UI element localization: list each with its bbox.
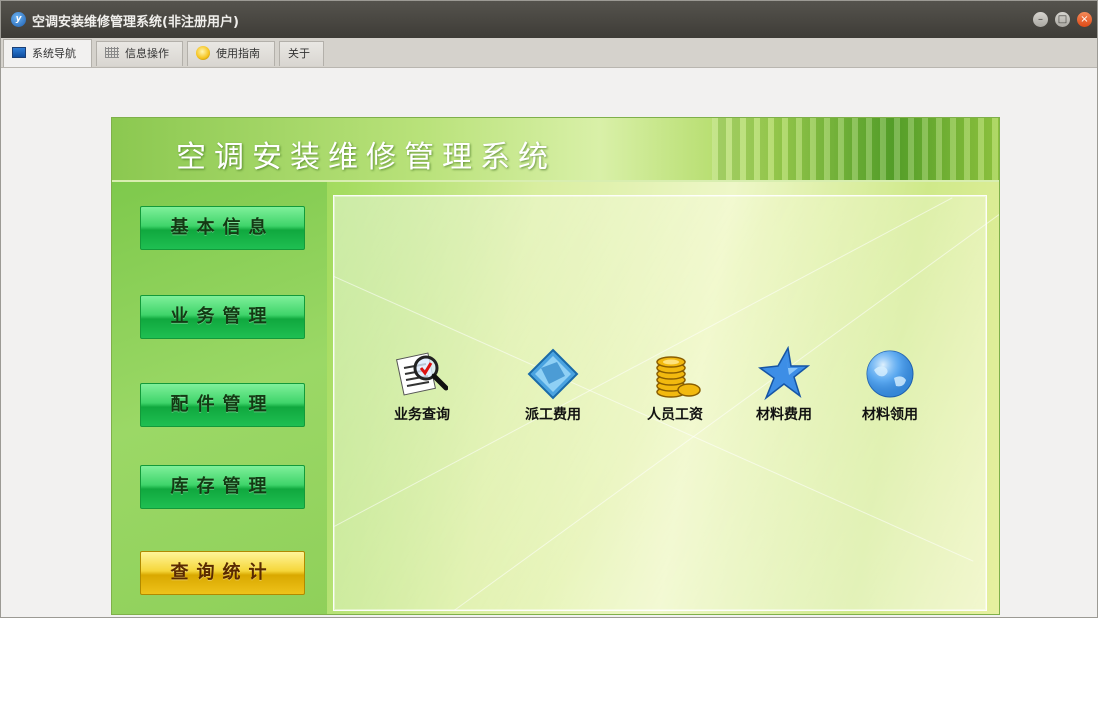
tab-label: 系统导航 [32, 47, 76, 60]
function-dispatch-fee[interactable]: 派工费用 [508, 346, 598, 424]
function-label: 人员工资 [647, 407, 703, 423]
header-decoration [712, 118, 999, 180]
magnifier-document-icon [396, 346, 449, 402]
tab-user-guide[interactable]: 使用指南 [187, 41, 275, 66]
grid-icon [105, 47, 119, 58]
function-staff-salary[interactable]: 人员工资 [630, 346, 720, 424]
tab-info-operation[interactable]: 信息操作 [96, 41, 183, 66]
gold-coins-icon [649, 346, 701, 402]
system-title: 空调安装维修管理系统 [176, 140, 556, 175]
tab-system-navigation[interactable]: 系统导航 [3, 39, 92, 67]
tab-bar: 系统导航 信息操作 使用指南 关于 [1, 38, 1097, 68]
monitor-icon [12, 47, 26, 58]
blue-star-icon [757, 345, 811, 402]
business-management-button[interactable]: 业务管理 [140, 295, 305, 339]
window-title: 空调安装维修管理系统(非注册用户) [32, 15, 239, 30]
function-area: 业务查询 派工费用 人员工资 材料费用 材料领用 [333, 195, 999, 611]
function-material-requisition[interactable]: 材料领用 [845, 346, 935, 424]
function-label: 业务查询 [394, 407, 450, 423]
navigation-panel: 空调安装维修管理系统 基本信息 业务管理 配件管理 库存管理 查询统计 业务查询… [111, 117, 1000, 615]
tab-label: 关于 [288, 47, 310, 60]
panel-header: 空调安装维修管理系统 [112, 118, 999, 182]
tab-label: 使用指南 [216, 47, 260, 60]
bulb-icon [196, 46, 210, 60]
sidebar: 基本信息 业务管理 配件管理 库存管理 查询统计 [112, 182, 327, 614]
function-business-query[interactable]: 业务查询 [377, 346, 467, 424]
tab-label: 信息操作 [125, 47, 169, 60]
function-label: 派工费用 [525, 407, 581, 423]
parts-management-button[interactable]: 配件管理 [140, 383, 305, 427]
minimize-button[interactable]: – [1033, 12, 1048, 27]
function-material-fee[interactable]: 材料费用 [739, 345, 829, 424]
main-window: y 空调安装维修管理系统(非注册用户) – □ × 系统导航 信息操作 使用指南… [0, 0, 1098, 618]
app-icon: y [11, 12, 26, 27]
blue-diamond-icon [527, 346, 579, 402]
function-label: 材料领用 [862, 407, 918, 423]
tab-about[interactable]: 关于 [279, 41, 324, 66]
close-button[interactable]: × [1077, 12, 1092, 27]
function-label: 材料费用 [756, 407, 812, 423]
inventory-management-button[interactable]: 库存管理 [140, 465, 305, 509]
maximize-button[interactable]: □ [1055, 12, 1070, 27]
globe-icon [864, 346, 916, 402]
title-bar[interactable]: y 空调安装维修管理系统(非注册用户) – □ × [1, 1, 1097, 39]
basic-info-button[interactable]: 基本信息 [140, 206, 305, 250]
query-statistics-button[interactable]: 查询统计 [140, 551, 305, 595]
